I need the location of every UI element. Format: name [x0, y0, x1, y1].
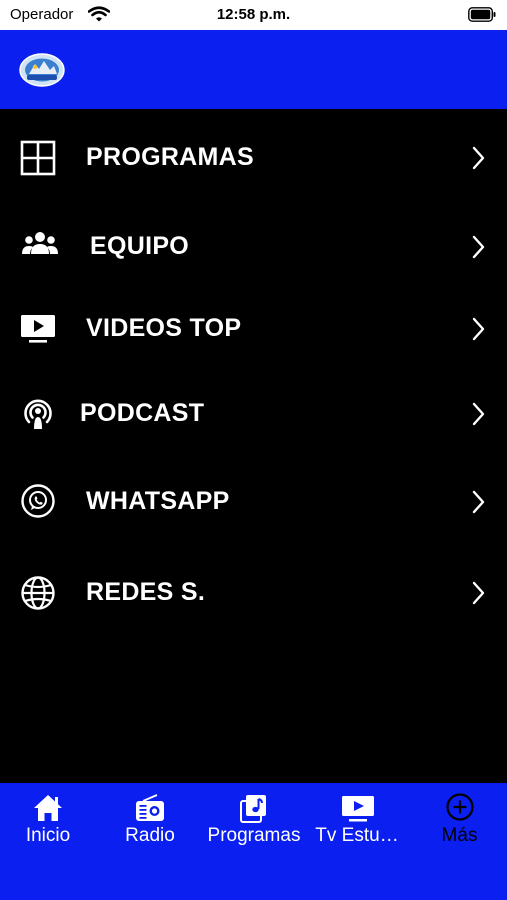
- tab-label: Radio: [125, 825, 175, 846]
- side-menu: PROGRAMAS EQUIPO VIDEOS TOP PODCAST WHAT…: [0, 109, 507, 783]
- menu-item-redes-sociales[interactable]: REDES S.: [0, 553, 507, 633]
- tab-label: Programas: [207, 825, 301, 846]
- radio-icon: [136, 794, 164, 821]
- tv-play-icon: [21, 315, 55, 343]
- tab-mas[interactable]: Más: [412, 783, 507, 863]
- chevron-right-icon: [472, 235, 485, 259]
- menu-item-label: WHATSAPP: [86, 487, 230, 515]
- group-icon: [22, 232, 58, 254]
- app-header: [0, 30, 507, 109]
- menu-item-label: VIDEOS TOP: [86, 314, 242, 342]
- podcast-icon: [24, 399, 52, 429]
- menu-item-label: EQUIPO: [90, 232, 190, 260]
- plus-circle-icon: [446, 793, 474, 821]
- menu-item-label: PROGRAMAS: [86, 143, 254, 171]
- chevron-right-icon: [472, 490, 485, 514]
- menu-item-whatsapp[interactable]: WHATSAPP: [0, 461, 507, 541]
- tab-bar: Inicio Radio Programas Tv Estu… Más: [0, 783, 507, 900]
- battery-icon: [468, 7, 496, 22]
- music-note-icon: [240, 795, 266, 823]
- menu-item-label: REDES S.: [86, 578, 206, 606]
- whatsapp-icon: [21, 484, 55, 518]
- chevron-right-icon: [472, 317, 485, 341]
- tab-radio[interactable]: Radio: [102, 783, 198, 863]
- station-logo: [19, 53, 65, 87]
- tab-label: Tv Estu…: [315, 825, 399, 846]
- tab-tv-estudio[interactable]: Tv Estu…: [308, 783, 406, 863]
- globe-icon: [21, 576, 55, 610]
- tab-label: Más: [441, 825, 478, 846]
- home-icon: [34, 795, 62, 821]
- chevron-right-icon: [472, 581, 485, 605]
- menu-item-label: PODCAST: [80, 399, 205, 427]
- clock-time: 12:58 p.m.: [216, 6, 291, 23]
- menu-item-equipo[interactable]: EQUIPO: [0, 205, 507, 285]
- menu-item-videos-top[interactable]: VIDEOS TOP: [0, 288, 507, 368]
- menu-item-programas[interactable]: PROGRAMAS: [0, 118, 507, 198]
- chevron-right-icon: [472, 146, 485, 170]
- tab-inicio[interactable]: Inicio: [0, 783, 96, 863]
- chevron-right-icon: [472, 402, 485, 426]
- menu-item-podcast[interactable]: PODCAST: [0, 373, 507, 453]
- grid-icon: [20, 140, 56, 176]
- status-bar: Operador 12:58 p.m.: [0, 0, 507, 30]
- tv-play-icon: [342, 796, 374, 822]
- tab-label: Inicio: [25, 825, 71, 846]
- tab-programas[interactable]: Programas: [204, 783, 304, 863]
